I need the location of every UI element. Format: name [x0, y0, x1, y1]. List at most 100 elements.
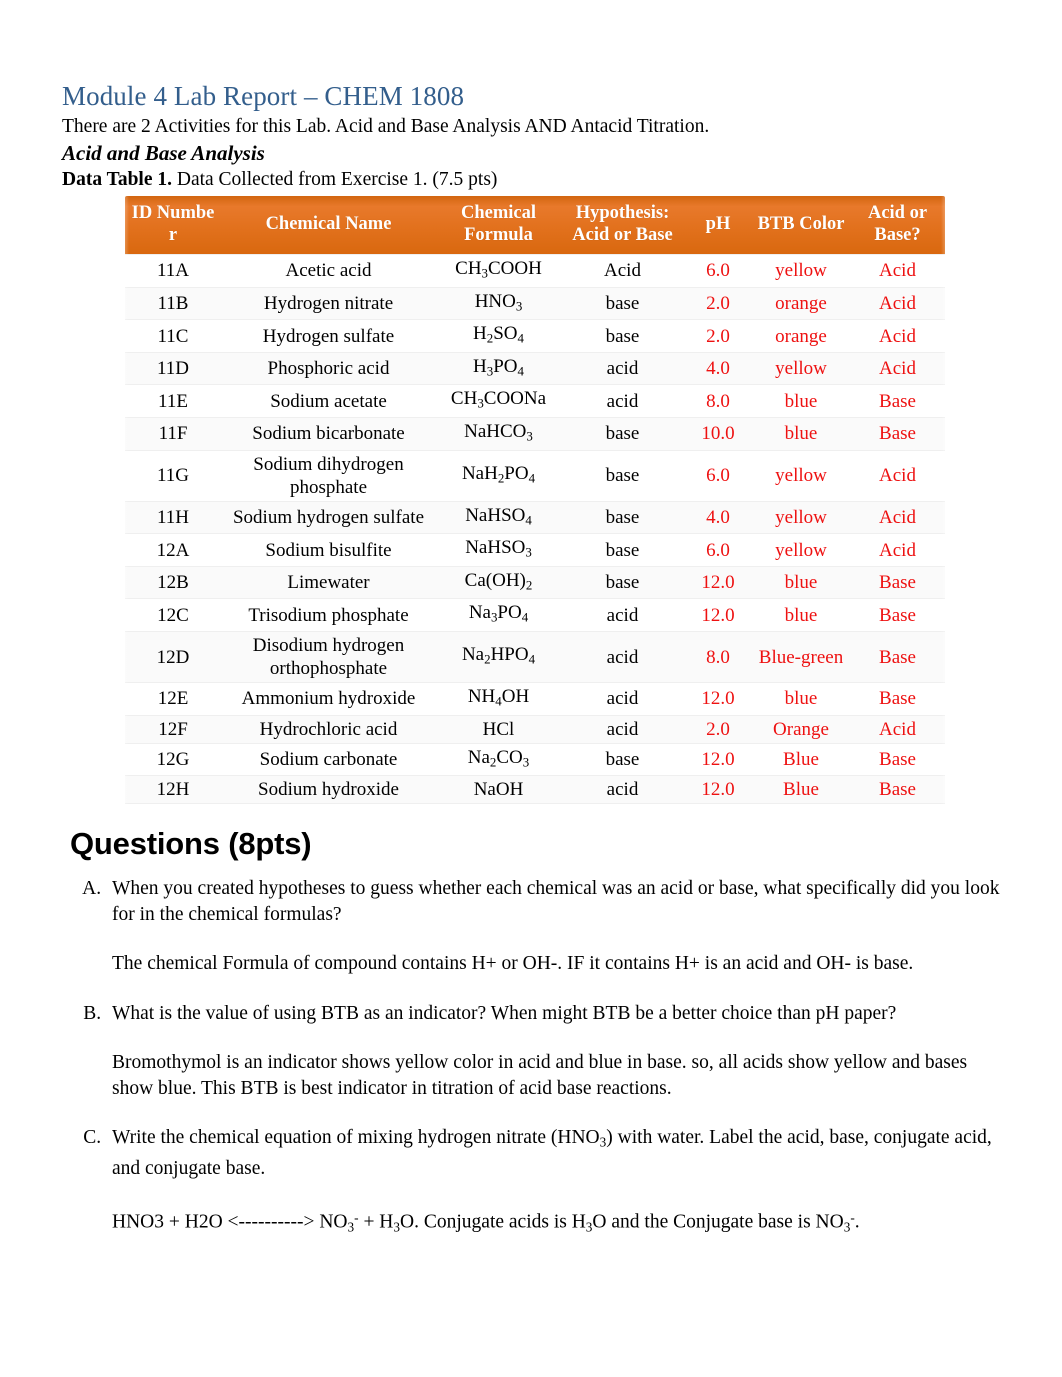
cell-btb-color: yellow [752, 500, 850, 535]
cell-chemical-formula: H3PO4 [436, 351, 561, 386]
cell-acid-or-base: Acid [850, 500, 945, 535]
document-content: Module 4 Lab Report – CHEM 1808 There ar… [62, 80, 1002, 1264]
cell-hypothesis: base [561, 417, 684, 451]
cell-chemical-name: Phosphoric acid [221, 351, 436, 386]
cell-btb-color: blue [752, 565, 850, 600]
cell-id-number: 12E [125, 682, 221, 716]
cell-id-number: 11D [125, 351, 221, 386]
column-header-chemical-formula: Chemical Formula [436, 196, 561, 255]
cell-chemical-formula: HCl [436, 714, 561, 744]
cell-chemical-formula: NaHSO3 [436, 533, 561, 567]
cell-chemical-formula: NH4OH [436, 682, 561, 716]
question-answer: HNO3 + H2O <----------> NO3- + H3O. Conj… [112, 1210, 860, 1235]
cell-btb-color: yellow [752, 533, 850, 567]
cell-acid-or-base: Base [850, 682, 945, 716]
question-answer: The chemical Formula of compound contain… [112, 953, 914, 975]
cell-acid-or-base: Base [850, 631, 945, 684]
cell-ph: 12.0 [684, 682, 752, 716]
questions-list: When you created hypotheses to guess whe… [62, 876, 1002, 1239]
cell-acid-or-base: Acid [850, 714, 945, 744]
cell-id-number: 12F [125, 714, 221, 744]
cell-chemical-name: Sodium hydrogen sulfate [221, 500, 436, 535]
cell-ph: 8.0 [684, 631, 752, 684]
cell-chemical-formula: CH3COONa [436, 384, 561, 419]
cell-ph: 6.0 [684, 449, 752, 502]
cell-acid-or-base: Acid [850, 533, 945, 567]
table-row: 11B Hydrogen nitrate HNO3 base 2.0 orange Acid [125, 286, 945, 321]
cell-acid-or-base: Base [850, 775, 945, 805]
cell-btb-color: yellow [752, 254, 850, 288]
cell-hypothesis: acid [561, 351, 684, 386]
cell-btb-color: orange [752, 286, 850, 321]
column-header-acid-or-base: Acid or Base? [850, 196, 945, 255]
cell-btb-color: blue [752, 598, 850, 633]
cell-hypothesis: acid [561, 384, 684, 419]
table-row: 12D Disodium hydrogen orthophosphate Na2HP… [125, 631, 945, 684]
document-page: Module 4 Lab Report – CHEM 1808 There ar… [0, 0, 1062, 1377]
column-header-chemical-name: Chemical Name [221, 196, 436, 255]
cell-chemical-name: Hydrogen nitrate [221, 286, 436, 321]
cell-btb-color: yellow [752, 351, 850, 386]
table-row: 11G Sodium dihydrogen phosphate NaH2PO4 bas… [125, 449, 945, 502]
cell-id-number: 12A [125, 533, 221, 567]
cell-id-number: 12H [125, 775, 221, 805]
cell-ph: 10.0 [684, 417, 752, 451]
cell-ph: 6.0 [684, 533, 752, 567]
table-row: 11A Acetic acid CH3COOH Acid 6.0 yellow Acid [125, 254, 945, 288]
intro-paragraph: There are 2 Activities for this Lab. Aci… [62, 116, 710, 137]
cell-chemical-name: Ammonium hydroxide [221, 682, 436, 716]
cell-ph: 4.0 [684, 500, 752, 535]
cell-chemical-name: Sodium bisulfite [221, 533, 436, 567]
column-header-btb-color: BTB Color [752, 196, 850, 255]
question-item-c: Write the chemical equation of mixing hy… [106, 1125, 1002, 1239]
question-answer: Bromothymol is an indicator shows yellow… [112, 1052, 968, 1099]
cell-chemical-name: Sodium acetate [221, 384, 436, 419]
table-row: 12B Limewater Ca(OH)2 base 12.0 blue Base [125, 565, 945, 600]
table-row: 12A Sodium bisulfite NaHSO3 base 6.0 yellow Ac… [125, 533, 945, 567]
column-header-hypothesis: Hypothesis: Acid or Base [561, 196, 684, 255]
table-caption-text: Data Collected from Exercise 1. (7.5 pts… [171, 169, 498, 190]
cell-btb-color: blue [752, 417, 850, 451]
table-row: 12C Trisodium phosphate Na3PO4 acid 12.0 blue… [125, 598, 945, 633]
cell-chemical-formula: NaH2PO4 [436, 449, 561, 502]
cell-ph: 12.0 [684, 742, 752, 777]
cell-id-number: 11F [125, 417, 221, 451]
page-title: Module 4 Lab Report – CHEM 1808 [62, 81, 465, 111]
cell-id-number: 12D [125, 631, 221, 684]
question-item-a: When you created hypotheses to guess whe… [106, 876, 1002, 977]
cell-id-number: 11B [125, 286, 221, 321]
cell-id-number: 11G [125, 449, 221, 502]
cell-ph: 2.0 [684, 319, 752, 353]
column-header-ph: pH [684, 196, 752, 255]
cell-chemical-formula: CH3COOH [436, 254, 561, 288]
table-row: 11H Sodium hydrogen sulfate NaHSO4 base 4.0 y… [125, 500, 945, 535]
table-row: 11E Sodium acetate CH3COONa acid 8.0 blue Base [125, 384, 945, 419]
cell-acid-or-base: Base [850, 598, 945, 633]
cell-ph: 4.0 [684, 351, 752, 386]
cell-id-number: 11E [125, 384, 221, 419]
cell-chemical-formula: Ca(OH)2 [436, 565, 561, 600]
cell-chemical-name: Sodium dihydrogen phosphate [221, 449, 436, 502]
data-table-wrapper: ID Numbe r Chemical Name Chemical Formula H… [103, 190, 967, 811]
cell-hypothesis: base [561, 319, 684, 353]
cell-acid-or-base: Base [850, 742, 945, 777]
question-text: Write the chemical equation of mixing hy… [112, 1127, 992, 1179]
cell-chemical-formula: H2SO4 [436, 319, 561, 353]
cell-chemical-name: Disodium hydrogen orthophosphate [221, 631, 436, 684]
cell-id-number: 12C [125, 598, 221, 633]
cell-hypothesis: Acid [561, 254, 684, 288]
cell-btb-color: Blue [752, 742, 850, 777]
cell-hypothesis: acid [561, 775, 684, 805]
cell-acid-or-base: Acid [850, 449, 945, 502]
cell-chemical-formula: NaHSO4 [436, 500, 561, 535]
table-row: 12E Ammonium hydroxide NH4OH acid 12.0 blue Ba… [125, 682, 945, 716]
table-row: 11C Hydrogen sulfate H2SO4 base 2.0 orange Aci… [125, 319, 945, 353]
section-heading: Acid and Base Analysis [62, 141, 265, 165]
table-header-row: ID Numbe r Chemical Name Chemical Formula H… [125, 196, 945, 255]
cell-id-number: 11A [125, 254, 221, 288]
cell-acid-or-base: Acid [850, 351, 945, 386]
question-item-b: What is the value of using BTB as an ind… [106, 1001, 1002, 1102]
cell-ph: 2.0 [684, 714, 752, 744]
cell-btb-color: blue [752, 384, 850, 419]
cell-btb-color: Blue [752, 775, 850, 805]
